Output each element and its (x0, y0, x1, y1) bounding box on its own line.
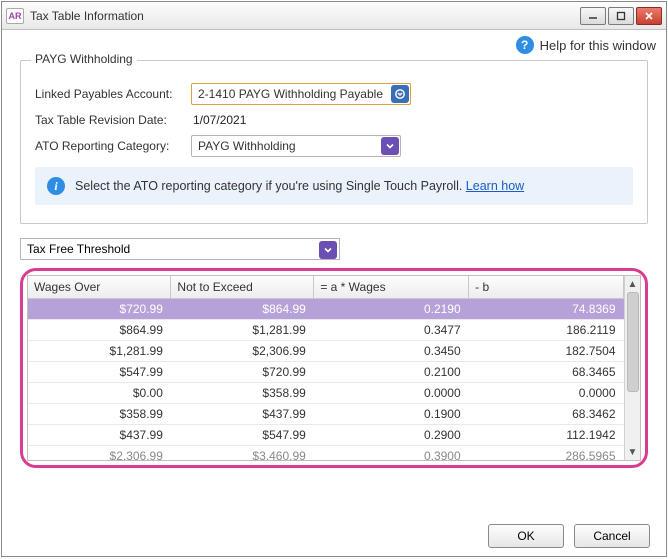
learn-how-link[interactable]: Learn how (466, 179, 524, 193)
table-cell[interactable]: $547.99 (171, 425, 314, 446)
table-highlight-outline: Wages Over Not to Exceed = a * Wages - b… (20, 268, 648, 468)
linked-account-input[interactable] (191, 83, 411, 105)
info-message: Select the ATO reporting category if you… (75, 179, 466, 193)
scroll-up-icon[interactable]: ▲ (625, 276, 640, 292)
table-row[interactable]: $358.99$437.990.190068.3462 (28, 404, 624, 425)
table-cell[interactable]: 186.2119 (469, 320, 624, 341)
table-cell[interactable]: $437.99 (171, 404, 314, 425)
revision-date-row: Tax Table Revision Date: 1/07/2021 (35, 113, 633, 127)
tax-table-container: Wages Over Not to Exceed = a * Wages - b… (27, 275, 641, 461)
table-cell[interactable]: $2,306.99 (28, 446, 171, 461)
cancel-button[interactable]: Cancel (574, 524, 650, 548)
table-row[interactable]: $0.00$358.990.00000.0000 (28, 383, 624, 404)
ato-category-select-wrap: PAYG Withholding (191, 135, 401, 157)
tax-table-scroll: Wages Over Not to Exceed = a * Wages - b… (28, 276, 624, 460)
table-cell[interactable]: $720.99 (28, 299, 171, 320)
ok-button[interactable]: OK (488, 524, 564, 548)
footer-buttons: OK Cancel (488, 524, 650, 548)
table-cell[interactable]: 0.0000 (314, 383, 469, 404)
payg-groupbox: PAYG Withholding Linked Payables Account… (20, 60, 648, 224)
threshold-chevron-icon[interactable] (319, 241, 337, 259)
table-cell[interactable]: 0.3900 (314, 446, 469, 461)
linked-account-label: Linked Payables Account: (35, 87, 185, 101)
window-title: Tax Table Information (30, 9, 580, 23)
table-cell[interactable]: $3,460.99 (171, 446, 314, 461)
table-cell[interactable]: 182.7504 (469, 341, 624, 362)
table-row[interactable]: $437.99$547.990.2900112.1942 (28, 425, 624, 446)
table-cell[interactable]: 68.3462 (469, 404, 624, 425)
table-row[interactable]: $547.99$720.990.210068.3465 (28, 362, 624, 383)
table-cell[interactable]: 0.2900 (314, 425, 469, 446)
table-header-row: Wages Over Not to Exceed = a * Wages - b (28, 276, 624, 299)
table-cell[interactable]: $1,281.99 (28, 341, 171, 362)
table-cell[interactable]: $864.99 (171, 299, 314, 320)
col-b[interactable]: - b (469, 276, 624, 299)
table-cell[interactable]: 0.1900 (314, 404, 469, 425)
table-cell[interactable]: $358.99 (171, 383, 314, 404)
titlebar: AR Tax Table Information (2, 2, 666, 30)
ato-category-chevron-icon[interactable] (381, 137, 399, 155)
ato-category-label: ATO Reporting Category: (35, 139, 185, 153)
table-cell[interactable]: 112.1942 (469, 425, 624, 446)
linked-account-row: Linked Payables Account: (35, 83, 633, 105)
linked-account-dropdown-icon[interactable] (391, 85, 409, 103)
table-cell[interactable]: $864.99 (28, 320, 171, 341)
revision-date-label: Tax Table Revision Date: (35, 113, 185, 127)
minimize-button[interactable] (580, 7, 606, 25)
help-link[interactable]: Help for this window (540, 38, 656, 53)
table-cell[interactable]: 0.2100 (314, 362, 469, 383)
threshold-select-wrap: Tax Free Threshold (20, 238, 340, 268)
table-row[interactable]: $1,281.99$2,306.990.3450182.7504 (28, 341, 624, 362)
table-cell[interactable]: $2,306.99 (171, 341, 314, 362)
table-cell[interactable]: 74.8369 (469, 299, 624, 320)
col-wages-over[interactable]: Wages Over (28, 276, 171, 299)
close-button[interactable] (636, 7, 662, 25)
table-cell[interactable]: $547.99 (28, 362, 171, 383)
linked-account-input-wrap (191, 83, 411, 105)
table-cell[interactable]: $720.99 (171, 362, 314, 383)
window-buttons (580, 7, 662, 25)
help-icon[interactable]: ? (516, 36, 534, 54)
info-text: Select the ATO reporting category if you… (75, 179, 524, 193)
group-title: PAYG Withholding (31, 52, 137, 66)
revision-date-value: 1/07/2021 (191, 113, 246, 127)
table-row[interactable]: $720.99$864.990.219074.8369 (28, 299, 624, 320)
table-cell[interactable]: 286.5965 (469, 446, 624, 461)
ato-category-row: ATO Reporting Category: PAYG Withholding (35, 135, 633, 157)
table-cell[interactable]: $358.99 (28, 404, 171, 425)
ato-category-select[interactable]: PAYG Withholding (191, 135, 401, 157)
table-cell[interactable]: $1,281.99 (171, 320, 314, 341)
table-cell[interactable]: 0.2190 (314, 299, 469, 320)
tax-table: Wages Over Not to Exceed = a * Wages - b… (28, 276, 624, 460)
window-frame: AR Tax Table Information ? Help for this… (1, 1, 667, 557)
threshold-select[interactable]: Tax Free Threshold (20, 238, 340, 260)
table-cell[interactable]: 0.3450 (314, 341, 469, 362)
vertical-scrollbar[interactable]: ▲ ▼ (624, 276, 640, 460)
table-row[interactable]: $2,306.99$3,460.990.3900286.5965 (28, 446, 624, 461)
table-cell[interactable]: 68.3465 (469, 362, 624, 383)
content-area: PAYG Withholding Linked Payables Account… (2, 56, 666, 478)
table-cell[interactable]: $0.00 (28, 383, 171, 404)
table-cell[interactable]: 0.0000 (469, 383, 624, 404)
scroll-down-icon[interactable]: ▼ (625, 444, 640, 460)
info-banner: i Select the ATO reporting category if y… (35, 167, 633, 205)
info-icon: i (47, 177, 65, 195)
scroll-thumb[interactable] (627, 292, 639, 392)
col-not-exceed[interactable]: Not to Exceed (171, 276, 314, 299)
table-row[interactable]: $864.99$1,281.990.3477186.2119 (28, 320, 624, 341)
table-cell[interactable]: $437.99 (28, 425, 171, 446)
table-cell[interactable]: 0.3477 (314, 320, 469, 341)
col-a-wages[interactable]: = a * Wages (314, 276, 469, 299)
threshold-value: Tax Free Threshold (27, 242, 130, 256)
app-badge-icon: AR (6, 8, 24, 24)
maximize-button[interactable] (608, 7, 634, 25)
